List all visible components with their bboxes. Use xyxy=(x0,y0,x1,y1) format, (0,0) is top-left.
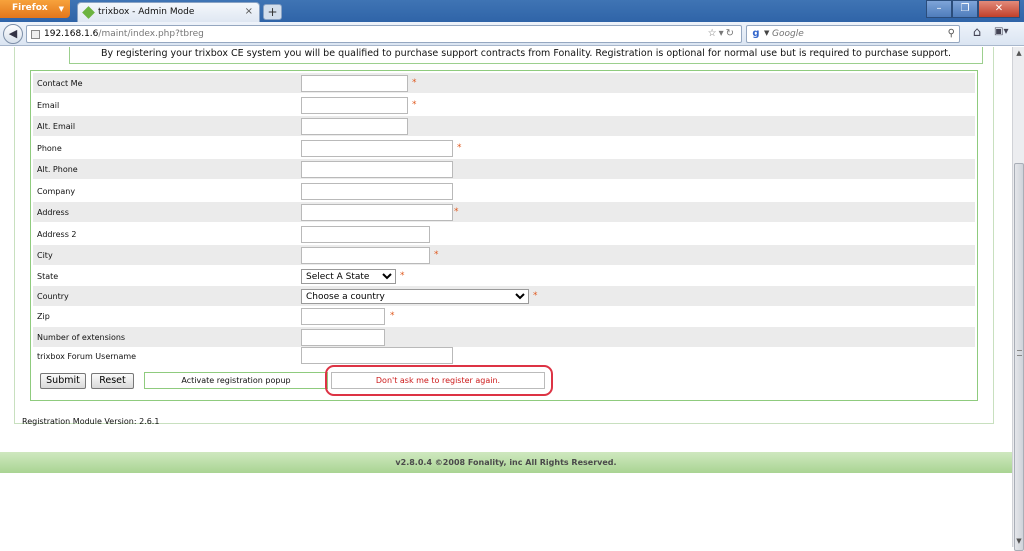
required-marker: * xyxy=(454,207,459,217)
url-host: 192.168.1.6 xyxy=(44,29,99,39)
page-footer: v2.8.0.4 ©2008 Fonality, inc All Rights … xyxy=(0,452,1012,473)
dont-ask-register-button[interactable]: Don't ask me to register again. xyxy=(331,372,545,389)
form-row-country: Country Choose a country * xyxy=(33,286,975,306)
form-row-number-of-extensions: Number of extensions xyxy=(33,327,975,347)
field-label: Email xyxy=(37,101,60,110)
reset-button[interactable]: Reset xyxy=(91,373,134,389)
window-titlebar: Firefox ▼ trixbox - Admin Mode × + – ❐ ✕ xyxy=(0,0,1024,22)
registration-notice: By registering your trixbox CE system yo… xyxy=(69,47,983,64)
form-row-alt-email: Alt. Email xyxy=(33,116,975,136)
url-text: 192.168.1.6/maint/index.php?tbreg xyxy=(44,29,204,39)
search-input[interactable] xyxy=(772,27,942,41)
field-label: Company xyxy=(37,187,76,196)
close-tab-icon[interactable]: × xyxy=(245,6,253,17)
window-controls: – ❐ ✕ xyxy=(926,0,1020,18)
field-label: State xyxy=(37,272,59,281)
close-window-button[interactable]: ✕ xyxy=(978,0,1020,18)
tab-title: trixbox - Admin Mode xyxy=(98,7,195,17)
form-row-company: Company xyxy=(33,181,975,201)
trixbox-favicon-icon xyxy=(82,6,95,19)
required-marker: * xyxy=(434,250,439,260)
search-bar[interactable]: g ▼ ⚲ xyxy=(746,25,960,43)
form-row-forum-username: trixbox Forum Username xyxy=(33,347,975,367)
form-row-zip: Zip * xyxy=(33,306,975,326)
browser-tab[interactable]: trixbox - Admin Mode × xyxy=(77,2,260,22)
address-bar[interactable]: 192.168.1.6/maint/index.php?tbreg ☆▾↻ xyxy=(26,25,742,43)
firefox-menu-button[interactable]: Firefox ▼ xyxy=(0,0,70,18)
required-marker: * xyxy=(533,291,538,301)
field-label: Contact Me xyxy=(37,79,83,88)
required-marker: * xyxy=(412,100,417,110)
form-row-phone: Phone * xyxy=(33,138,975,158)
address-2-input[interactable] xyxy=(301,226,430,243)
form-row-alt-phone: Alt. Phone xyxy=(33,159,975,179)
url-path: /maint/index.php?tbreg xyxy=(98,29,204,39)
home-icon[interactable]: ⌂ xyxy=(968,25,986,43)
form-row-state: State Select A State * xyxy=(33,266,975,286)
navigation-toolbar: ◀ 192.168.1.6/maint/index.php?tbreg ☆▾↻ … xyxy=(0,22,1024,46)
country-select[interactable]: Choose a country xyxy=(301,289,529,304)
search-engine-dropdown-icon[interactable]: ▼ xyxy=(764,29,769,37)
site-identity-icon[interactable] xyxy=(31,30,40,39)
minimize-button[interactable]: – xyxy=(926,0,952,18)
registration-form: Contact Me * Email * Alt. Email Phone * … xyxy=(30,70,978,401)
form-row-email: Email * xyxy=(33,95,975,115)
bookmarks-menu-icon[interactable]: ▣▾ xyxy=(994,26,1020,42)
form-row-address: Address * xyxy=(33,202,975,222)
alt-phone-input[interactable] xyxy=(301,161,453,178)
firefox-menu-label: Firefox xyxy=(12,3,48,13)
email-input[interactable] xyxy=(301,97,408,114)
field-label: City xyxy=(37,251,53,260)
zip-input[interactable] xyxy=(301,308,385,325)
scrollbar-thumb[interactable] xyxy=(1014,163,1024,551)
chevron-down-icon: ▼ xyxy=(58,5,64,13)
scroll-grip-icon xyxy=(1017,350,1022,356)
state-select[interactable]: Select A State xyxy=(301,269,396,284)
field-label: Phone xyxy=(37,144,62,153)
scroll-down-icon[interactable]: ▼ xyxy=(1013,535,1024,547)
form-row-address-2: Address 2 xyxy=(33,224,975,244)
activate-registration-popup-button[interactable]: Activate registration popup xyxy=(144,372,328,389)
city-input[interactable] xyxy=(301,247,430,264)
field-label: trixbox Forum Username xyxy=(37,352,137,361)
address-input[interactable] xyxy=(301,204,453,221)
field-label: Address 2 xyxy=(37,230,77,239)
field-label: Alt. Phone xyxy=(37,165,78,174)
submit-button[interactable]: Submit xyxy=(40,373,86,389)
form-row-contact-me: Contact Me * xyxy=(33,73,975,93)
number-of-extensions-input[interactable] xyxy=(301,329,385,346)
required-marker: * xyxy=(412,78,417,88)
alt-email-input[interactable] xyxy=(301,118,408,135)
field-label: Address xyxy=(37,208,69,217)
company-input[interactable] xyxy=(301,183,453,200)
contact-me-input[interactable] xyxy=(301,75,408,92)
maximize-button[interactable]: ❐ xyxy=(952,0,978,18)
page-content: By registering your trixbox CE system yo… xyxy=(0,47,1012,547)
form-row-city: City * xyxy=(33,245,975,265)
field-label: Zip xyxy=(37,312,50,321)
bookmark-star-icon[interactable]: ☆▾↻ xyxy=(708,28,736,39)
magnifier-icon[interactable]: ⚲ xyxy=(948,28,955,39)
required-marker: * xyxy=(390,311,395,321)
registration-module-version: Registration Module Version: 2.6.1 xyxy=(22,417,160,426)
field-label: Number of extensions xyxy=(37,333,126,342)
forum-username-input[interactable] xyxy=(301,347,453,364)
field-label: Alt. Email xyxy=(37,122,76,131)
required-marker: * xyxy=(457,143,462,153)
required-marker: * xyxy=(400,271,405,281)
vertical-scrollbar[interactable]: ▲ ▼ xyxy=(1012,47,1024,551)
field-label: Country xyxy=(37,292,69,301)
google-icon[interactable]: g xyxy=(750,28,762,40)
back-button[interactable]: ◀ xyxy=(3,24,23,44)
new-tab-button[interactable]: + xyxy=(263,4,282,20)
phone-input[interactable] xyxy=(301,140,453,157)
scroll-up-icon[interactable]: ▲ xyxy=(1013,47,1024,59)
